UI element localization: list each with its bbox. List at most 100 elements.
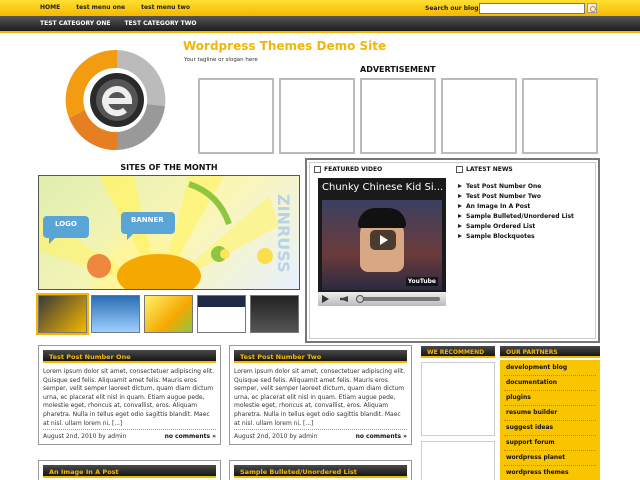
we-recommend-header: WE RECOMMEND (421, 346, 495, 358)
divider (504, 390, 596, 391)
top-navigation-bar: HOME test menu one test menu two Search … (0, 0, 640, 16)
top-menu: HOME test menu one test menu two (40, 4, 190, 11)
post-card: Test Post Number One Lorem ipsum dolor s… (38, 345, 221, 445)
post-title[interactable]: An Image In A Post (49, 468, 119, 476)
ad-slot[interactable] (441, 78, 517, 154)
site-thumbnail[interactable] (144, 295, 193, 333)
play-icon[interactable] (370, 230, 396, 250)
post-card: Sample Bulleted/Unordered List (229, 460, 412, 480)
recommend-slot[interactable] (421, 441, 495, 480)
post-header: Test Post Number Two (234, 350, 407, 363)
search-button[interactable] (587, 3, 597, 13)
post-meta: August 2nd, 2010 by admin (43, 433, 127, 440)
post-header: Test Post Number One (43, 350, 216, 363)
site-tagline: Your tagline or slogan here (184, 57, 258, 63)
video-thumbnail[interactable]: YouTube (322, 200, 442, 290)
arrow-icon (458, 214, 462, 218)
news-item-label[interactable]: Test Post Number One (466, 183, 541, 190)
divider (504, 450, 596, 451)
site-logo[interactable] (55, 44, 179, 156)
news-item-label[interactable]: Test Post Number Two (466, 193, 541, 200)
news-item[interactable]: Test Post Number One (458, 181, 574, 191)
post-excerpt: Lorem ipsum dolor sit amet, consectetuer… (234, 368, 406, 427)
arrow-icon (458, 184, 462, 188)
post-footer: August 2nd, 2010 by admin no comments » (43, 429, 216, 440)
post-title[interactable]: Test Post Number Two (240, 353, 321, 361)
our-partners-header: OUR PARTNERS (500, 346, 600, 358)
seek-handle[interactable] (356, 295, 364, 303)
artwork-logo-text: LOGO (55, 220, 77, 228)
partner-link[interactable]: wordpress themes (506, 469, 569, 476)
partner-link[interactable]: suggest ideas (506, 424, 553, 431)
news-item[interactable]: Sample Blockquotes (458, 231, 574, 241)
post-title[interactable]: Test Post Number One (49, 353, 131, 361)
partner-link[interactable]: support forum (506, 439, 555, 446)
site-thumbnail[interactable] (197, 295, 246, 333)
search-input[interactable] (479, 3, 585, 14)
news-item[interactable]: Sample Ordered List (458, 221, 574, 231)
news-item-label[interactable]: Sample Bulleted/Unordered List (466, 213, 574, 220)
artwork-banner-text: BANNER (131, 216, 164, 224)
post-title[interactable]: Sample Bulleted/Unordered List (240, 468, 357, 476)
divider (504, 435, 596, 436)
ad-slot[interactable] (522, 78, 598, 154)
video-title[interactable]: Chunky Chinese Kid Si... (322, 182, 443, 193)
featured-video-header: FEATURED VIDEO (314, 166, 382, 173)
featured-site-artwork (39, 176, 279, 289)
search-label: Search our blog (425, 5, 479, 12)
top-menu-item-home[interactable]: HOME (40, 4, 60, 11)
divider (504, 405, 596, 406)
partner-link[interactable]: wordpress planet (506, 454, 565, 461)
post-card: Test Post Number Two Lorem ipsum dolor s… (229, 345, 412, 445)
post-header: Sample Bulleted/Unordered List (234, 465, 407, 478)
site-thumbnail[interactable] (91, 295, 140, 333)
advertisement-label: ADVERTISEMENT (360, 65, 436, 74)
post-comments-link[interactable]: no comments » (356, 433, 407, 440)
category-item-two[interactable]: TEST CATEGORY TWO (124, 20, 196, 27)
video-person-hair (358, 208, 406, 228)
video-player[interactable]: Chunky Chinese Kid Si... YouTube (318, 178, 446, 306)
divider (504, 465, 596, 466)
top-menu-item-test-two[interactable]: test menu two (141, 4, 190, 11)
youtube-badge[interactable]: YouTube (405, 277, 438, 286)
top-menu-item-test-one[interactable]: test menu one (76, 4, 125, 11)
partner-link[interactable]: plugins (506, 394, 531, 401)
arrow-icon (458, 234, 462, 238)
post-card: An Image In A Post (38, 460, 221, 480)
news-item[interactable]: An Image In A Post (458, 201, 574, 211)
news-item[interactable]: Test Post Number Two (458, 191, 574, 201)
post-meta: August 2nd, 2010 by admin (234, 433, 318, 440)
site-thumbnail[interactable] (36, 293, 89, 335)
category-item-one[interactable]: TEST CATEGORY ONE (40, 20, 110, 27)
featured-video-label: FEATURED VIDEO (324, 166, 383, 173)
news-item-label[interactable]: An Image In A Post (466, 203, 530, 210)
arrow-icon (458, 224, 462, 228)
partner-link[interactable]: resume builder (506, 409, 557, 416)
partner-link[interactable]: documentation (506, 379, 557, 386)
play-button-icon[interactable] (322, 295, 329, 303)
sites-of-the-month-image[interactable]: LOGO BANNER ZINRUSS (38, 175, 300, 290)
latest-news-label: LATEST NEWS (466, 166, 513, 173)
site-thumbnail[interactable] (250, 295, 299, 333)
volume-icon[interactable] (340, 296, 348, 302)
sites-of-the-month-title: SITES OF THE MONTH (120, 163, 218, 172)
seek-bar[interactable] (356, 297, 440, 301)
partner-link[interactable]: development blog (506, 364, 567, 371)
news-item-label[interactable]: Sample Blockquotes (466, 233, 535, 240)
partners-list: development blog documentation plugins r… (500, 360, 600, 480)
latest-news-list: Test Post Number One Test Post Number Tw… (458, 181, 574, 241)
post-header: An Image In A Post (43, 465, 216, 478)
ad-slot[interactable] (279, 78, 355, 154)
latest-news-header: LATEST NEWS (456, 166, 513, 173)
site-title[interactable]: Wordpress Themes Demo Site (183, 39, 386, 53)
ad-slot[interactable] (360, 78, 436, 154)
post-footer: August 2nd, 2010 by admin no comments » (234, 429, 407, 440)
post-comments-link[interactable]: no comments » (165, 433, 216, 440)
divider (504, 420, 596, 421)
news-section-icon (456, 166, 463, 173)
news-item[interactable]: Sample Bulleted/Unordered List (458, 211, 574, 221)
news-item-label[interactable]: Sample Ordered List (466, 223, 535, 230)
recommend-slot[interactable] (421, 362, 495, 436)
post-excerpt: Lorem ipsum dolor sit amet, consectetuer… (43, 368, 215, 427)
ad-slot[interactable] (198, 78, 274, 154)
